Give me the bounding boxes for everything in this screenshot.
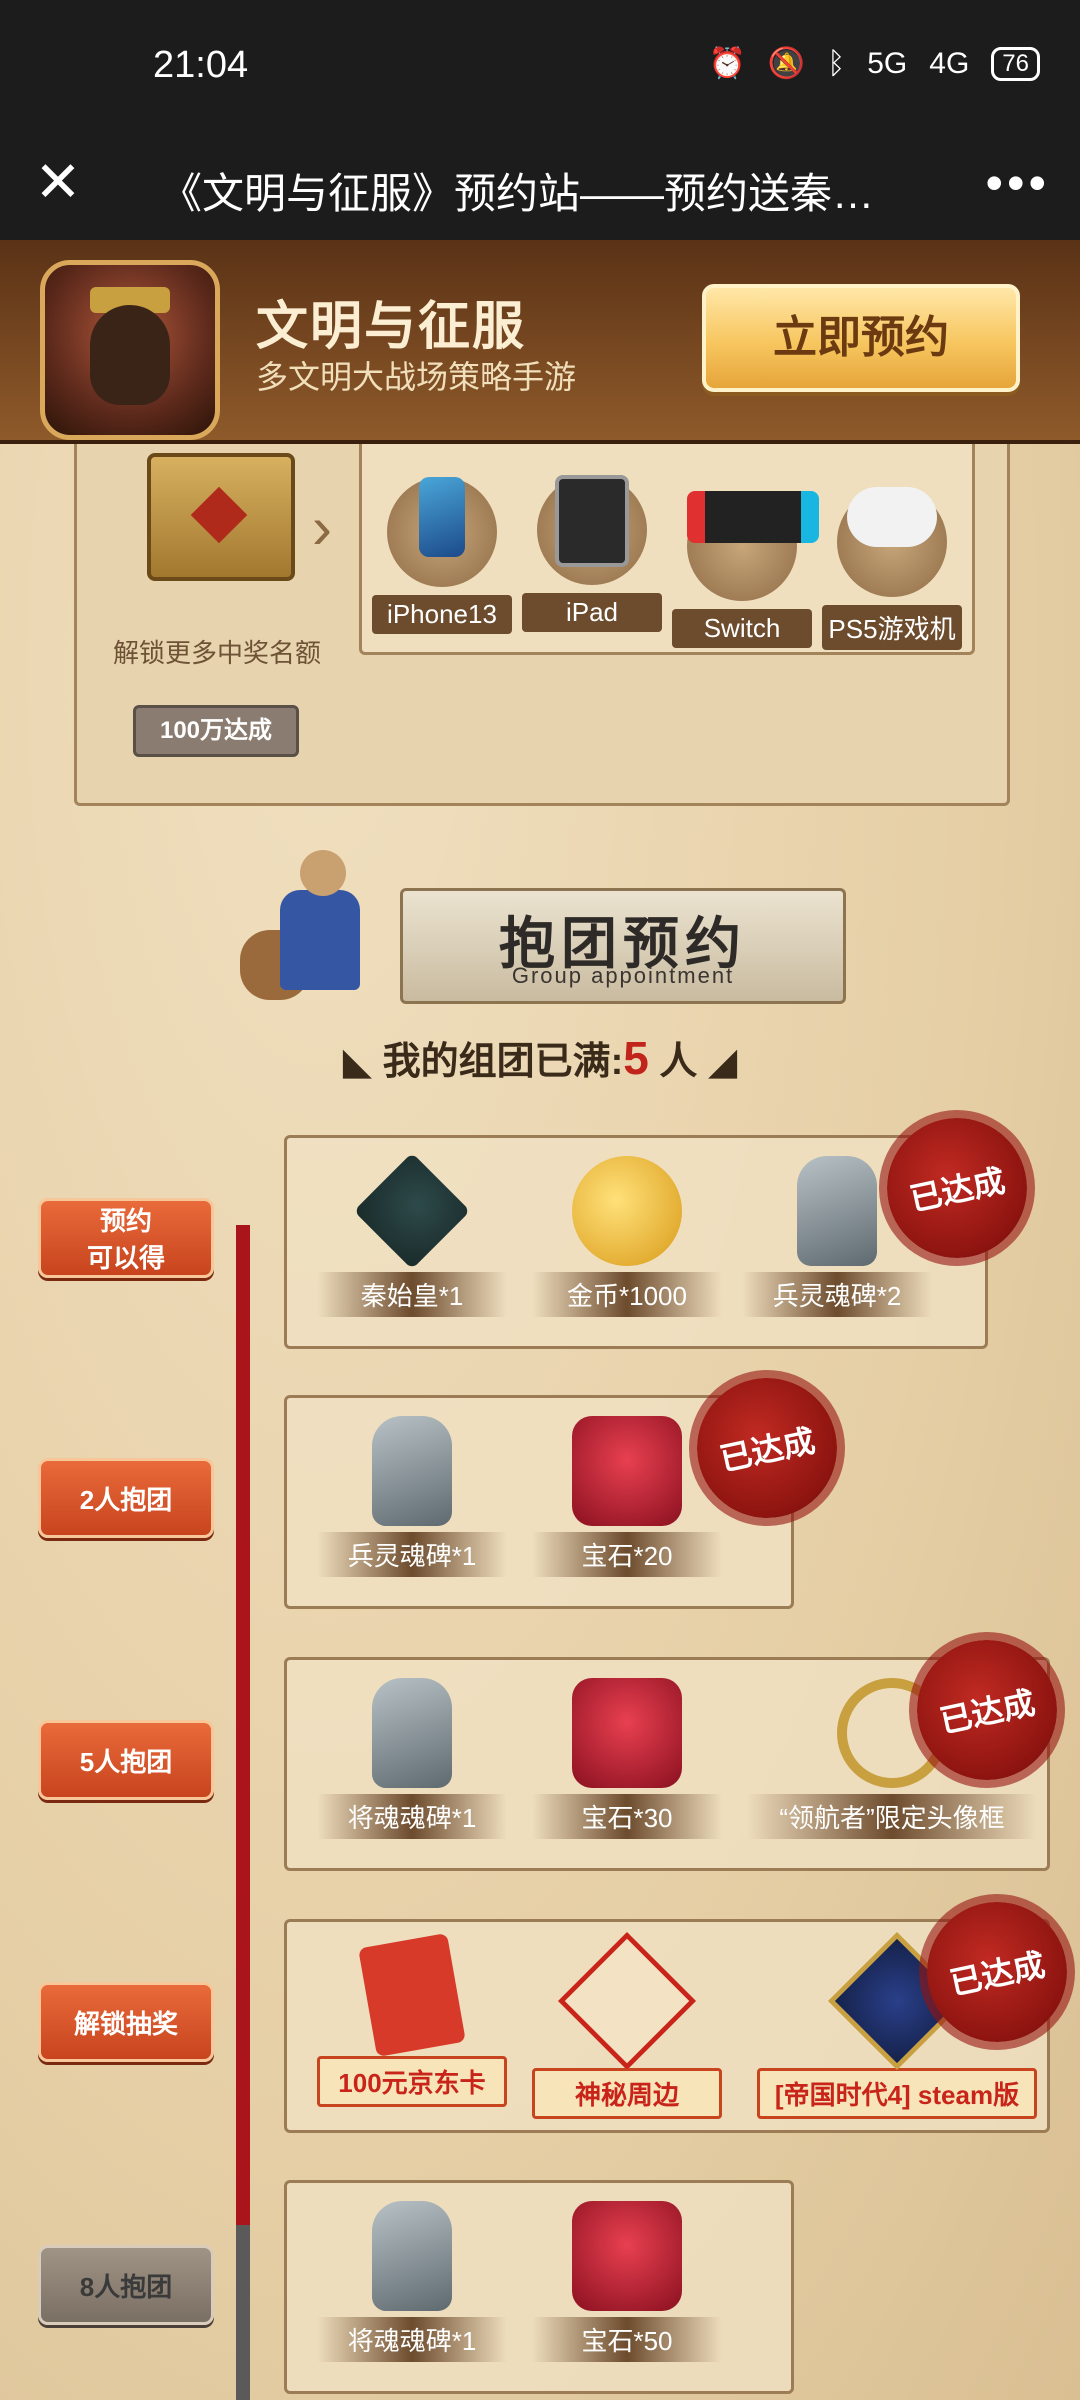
reward-card: 秦始皇*1 金币*1000 兵灵魂碑*2 已达成 [284,1104,1041,1349]
reward-item: 将魂魂碑*1 [317,2201,507,2362]
treasure-chest-icon [147,453,295,581]
soul-tablet-icon [797,1156,877,1266]
prize-item: Switch [672,462,819,648]
tier-tag: 预约 可以得 [38,1198,214,1278]
reward-card: 100元京东卡 神秘周边 [帝国时代4] steam版 已达成 [284,1888,1080,2133]
reward-card: 将魂魂碑*1 宝石*30 “领航者”限定头像框 已达成 [284,1626,1071,1871]
chevron-right-icon: › [312,494,332,561]
game-banner: 文明与征服 多文明大战场策略手游 立即预约 [0,240,1080,444]
coin-icon [572,1156,682,1266]
console-icon [687,491,819,601]
page-content: › 解锁更多中奖名额 100万达成 iPhone13 iPad Switch P… [0,240,1080,2400]
gem-chest-icon [572,1416,682,1526]
reward-item: 兵灵魂碑*1 [317,1416,507,1577]
status-icons: ⏰ 🔕 ᛒ 5G 4G 76 [709,46,1040,81]
milestone-badge: 100万达成 [133,705,299,757]
tablet-icon [537,475,647,585]
status-bar: 21:04 ⏰ 🔕 ᛒ 5G 4G 76 [0,0,1080,136]
prize-panel: › 解锁更多中奖名额 100万达成 iPhone13 iPad Switch P… [74,430,1010,806]
group-header: 抱团预约 Group appointment [240,850,846,1004]
reward-item: 宝石*20 [532,1416,722,1577]
team-status: ◣ 我的组团已满:5 人 ◢ [342,1032,738,1084]
alarm-icon: ⏰ [708,47,746,80]
hero-icon [353,1152,471,1270]
network-5g: 5G [867,46,908,80]
game-subtitle: 多文明大战场策略手游 [256,359,577,395]
clock: 21:04 [153,44,249,86]
tier-tag: 5人抱团 [38,1720,214,1800]
phone-icon [387,477,497,587]
question-mark-icon [557,1931,697,2071]
game-name: 文明与征服 [256,298,527,356]
reward-card: 将魂魂碑*1 宝石*50 [284,2180,794,2394]
game-icon[interactable] [40,260,220,440]
reward-item: 宝石*50 [532,2201,722,2362]
ps5-icon [837,487,947,597]
reward-item: 宝石*30 [532,1678,722,1839]
unlock-text: 解锁更多中奖名额 [112,638,321,668]
close-icon[interactable]: ✕ [30,154,86,210]
general-tablet-icon [372,1678,452,1788]
page-title: 《文明与征服》预约站——预约送秦… [160,170,875,217]
tier-tag: 2人抱团 [38,1458,214,1538]
reserve-button[interactable]: 立即预约 [702,284,1020,392]
gift-card-icon [358,1933,466,2057]
prize-list: iPhone13 iPad Switch PS5游戏机 [359,439,975,655]
soul-tablet-icon [372,1416,452,1526]
general-tablet-icon [372,2201,452,2311]
progress-timeline-remaining [236,2225,250,2400]
network-4g: 4G [929,46,970,80]
progress-timeline [236,1225,250,2225]
prize-item: iPad [522,462,662,632]
nav-bar: ✕ 《文明与征服》预约站——预约送秦… ••• [0,136,1080,240]
tier-tag: 8人抱团 [38,2245,214,2325]
gem-chest-icon [572,2201,682,2311]
group-title-box: 抱团预约 Group appointment [400,888,846,1004]
gem-chest-icon [572,1678,682,1788]
reward-item: 金币*1000 [532,1156,722,1317]
bluetooth-icon: ᛒ [827,46,846,80]
prize-item: PS5游戏机 [822,462,962,650]
tier-tag: 解锁抽奖 [38,1982,214,2062]
more-icon[interactable]: ••• [985,154,1050,212]
reward-item: 秦始皇*1 [317,1152,507,1317]
prize-item: iPhone13 [372,462,512,634]
reward-card: 兵灵魂碑*1 宝石*20 已达成 [284,1364,851,1609]
battery-icon: 76 [991,46,1040,81]
reward-item: 将魂魂碑*1 [317,1678,507,1839]
group-subtitle: Group appointment [511,963,735,988]
reward-item: 神秘周边 [532,1931,722,2119]
reward-item: 100元京东卡 [317,1933,507,2107]
warrior-icon [240,840,400,1010]
mute-icon: 🔕 [767,47,806,80]
